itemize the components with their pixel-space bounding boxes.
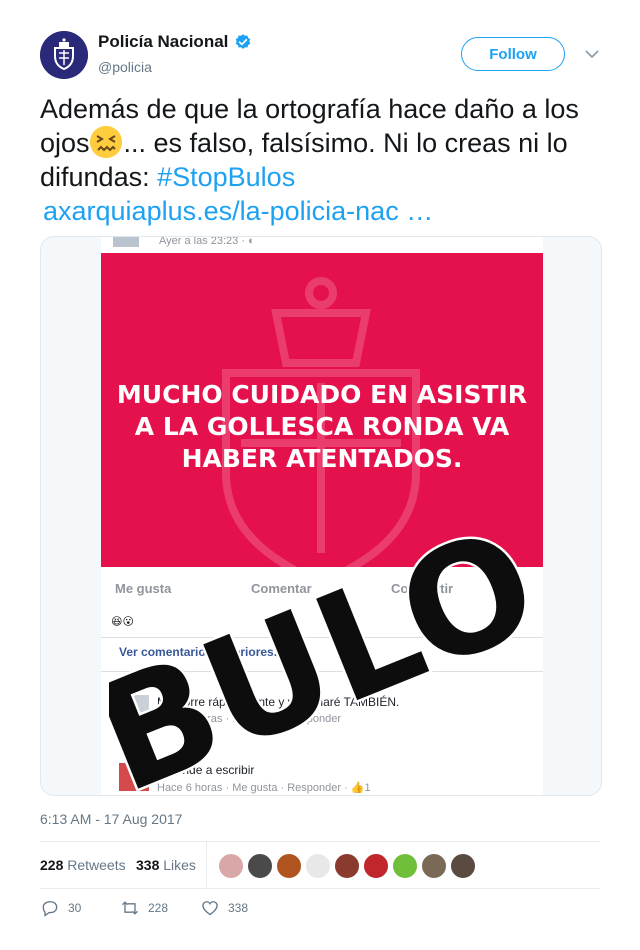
retweets-count: 228 <box>40 857 64 873</box>
liker-avatar[interactable] <box>305 853 331 879</box>
reply-button[interactable]: 30 <box>40 898 81 918</box>
liker-avatar[interactable] <box>276 853 302 879</box>
hoax-message: MUCHO CUIDADO EN ASISTIR A LA GOLLESCA R… <box>101 379 543 475</box>
tweet-actions: 30 228 338 <box>40 898 600 924</box>
reply-count: 30 <box>68 901 82 915</box>
bulo-stamp-text: BULO <box>109 496 529 796</box>
tweet-text: Además de que la ortografía hace daño a … <box>40 92 605 228</box>
retweet-button[interactable]: 228 <box>120 898 168 918</box>
avatar[interactable] <box>40 31 88 79</box>
likes-stat[interactable]: 338 Likes <box>136 857 196 873</box>
liker-avatar[interactable] <box>392 853 418 879</box>
retweets-label: Retweets <box>67 857 126 873</box>
like-button[interactable]: 338 <box>200 898 248 918</box>
liker-avatar[interactable] <box>334 853 360 879</box>
fb-post-time: Ayer a las 23:23 · ◐ <box>159 236 255 247</box>
police-crest-icon <box>40 31 88 79</box>
hoax-line-1: MUCHO CUIDADO EN ASISTIR <box>116 380 528 409</box>
retweets-stat[interactable]: 228 Retweets <box>40 857 126 873</box>
fb-profile-thumb <box>113 237 139 247</box>
like-count: 338 <box>228 901 249 915</box>
tweet-media-image[interactable]: Ayer a las 23:23 · ◐ MUCHO CUIDADO EN AS… <box>40 236 602 796</box>
retweet-count: 228 <box>148 901 169 915</box>
liker-avatar[interactable] <box>450 853 476 879</box>
chevron-down-icon[interactable] <box>584 48 600 60</box>
liker-avatar[interactable] <box>363 853 389 879</box>
fb-post-header: Ayer a las 23:23 · ◐ <box>101 236 543 253</box>
reply-icon <box>42 901 58 917</box>
liker-avatar[interactable] <box>421 853 447 879</box>
hoax-line-2: A LA GOLLESCA RONDA VA <box>134 412 510 441</box>
tweet-timestamp[interactable]: 6:13 AM - 17 Aug 2017 <box>40 811 182 827</box>
follow-button[interactable]: Follow <box>461 37 565 71</box>
author-name-row[interactable]: Policía Nacional <box>98 32 252 52</box>
likes-count: 338 <box>136 857 160 873</box>
divider <box>40 888 600 889</box>
display-name[interactable]: Policía Nacional <box>98 32 228 52</box>
liker-avatar[interactable] <box>247 853 273 879</box>
liker-avatar[interactable] <box>218 853 244 879</box>
tweet-stats: 228 Retweets 338 Likes <box>40 842 600 888</box>
tweet-card: Policía Nacional @policia Follow Además … <box>0 0 640 950</box>
user-handle[interactable]: @policia <box>98 59 152 75</box>
likes-label: Likes <box>163 857 196 873</box>
verified-badge-icon <box>236 34 251 49</box>
stat-divider <box>206 842 207 888</box>
hashtag-link[interactable]: #StopBulos <box>157 162 295 192</box>
bulo-stamp: BULO <box>109 493 529 796</box>
heart-icon <box>202 901 218 916</box>
confounded-face-icon <box>89 126 122 158</box>
article-link[interactable]: axarquiaplus.es/la-policia-nac … <box>43 194 605 228</box>
retweet-icon <box>122 901 138 915</box>
